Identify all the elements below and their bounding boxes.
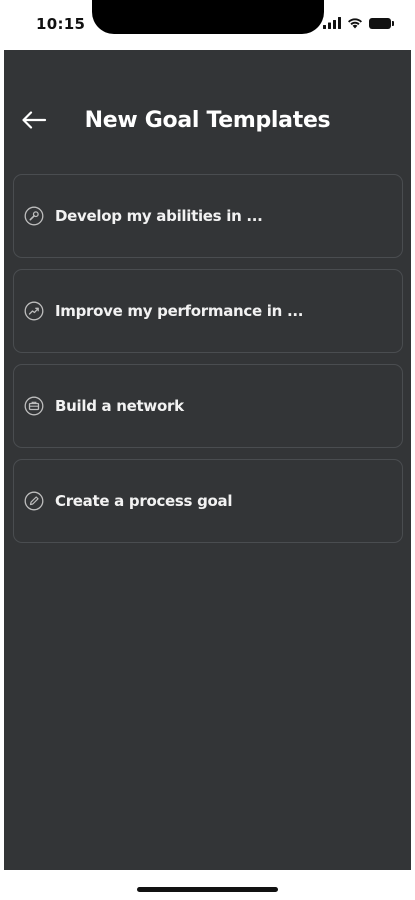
template-label: Build a network: [55, 397, 184, 415]
briefcase-icon: [24, 396, 44, 416]
page-title: New Goal Templates: [84, 108, 331, 133]
template-label: Create a process goal: [55, 492, 233, 510]
template-item-process-goal[interactable]: Create a process goal: [13, 459, 403, 543]
wrench-icon: [24, 206, 44, 226]
app-screen: New Goal Templates Develop my abilities …: [4, 50, 411, 870]
home-bar-area: [0, 870, 415, 900]
notch: [92, 0, 324, 34]
template-item-build-network[interactable]: Build a network: [13, 364, 403, 448]
pencil-icon: [24, 491, 44, 511]
status-icons: [323, 14, 394, 33]
signal-icon: [323, 14, 341, 33]
battery-icon: [369, 18, 394, 29]
status-time: 10:15: [36, 15, 86, 33]
status-bar: 10:15: [0, 0, 415, 50]
template-item-develop-abilities[interactable]: Develop my abilities in ...: [13, 174, 403, 258]
template-list: Develop my abilities in ... Improve my p…: [13, 174, 403, 554]
template-label: Develop my abilities in ...: [55, 207, 263, 225]
device-frame: 10:15 New Goal Templates Develop my abil…: [0, 0, 415, 900]
header: New Goal Templates: [4, 102, 411, 142]
template-item-improve-performance[interactable]: Improve my performance in ...: [13, 269, 403, 353]
home-indicator[interactable]: [137, 887, 278, 892]
trend-up-icon: [24, 301, 44, 321]
template-label: Improve my performance in ...: [55, 302, 304, 320]
wifi-icon: [347, 14, 363, 33]
